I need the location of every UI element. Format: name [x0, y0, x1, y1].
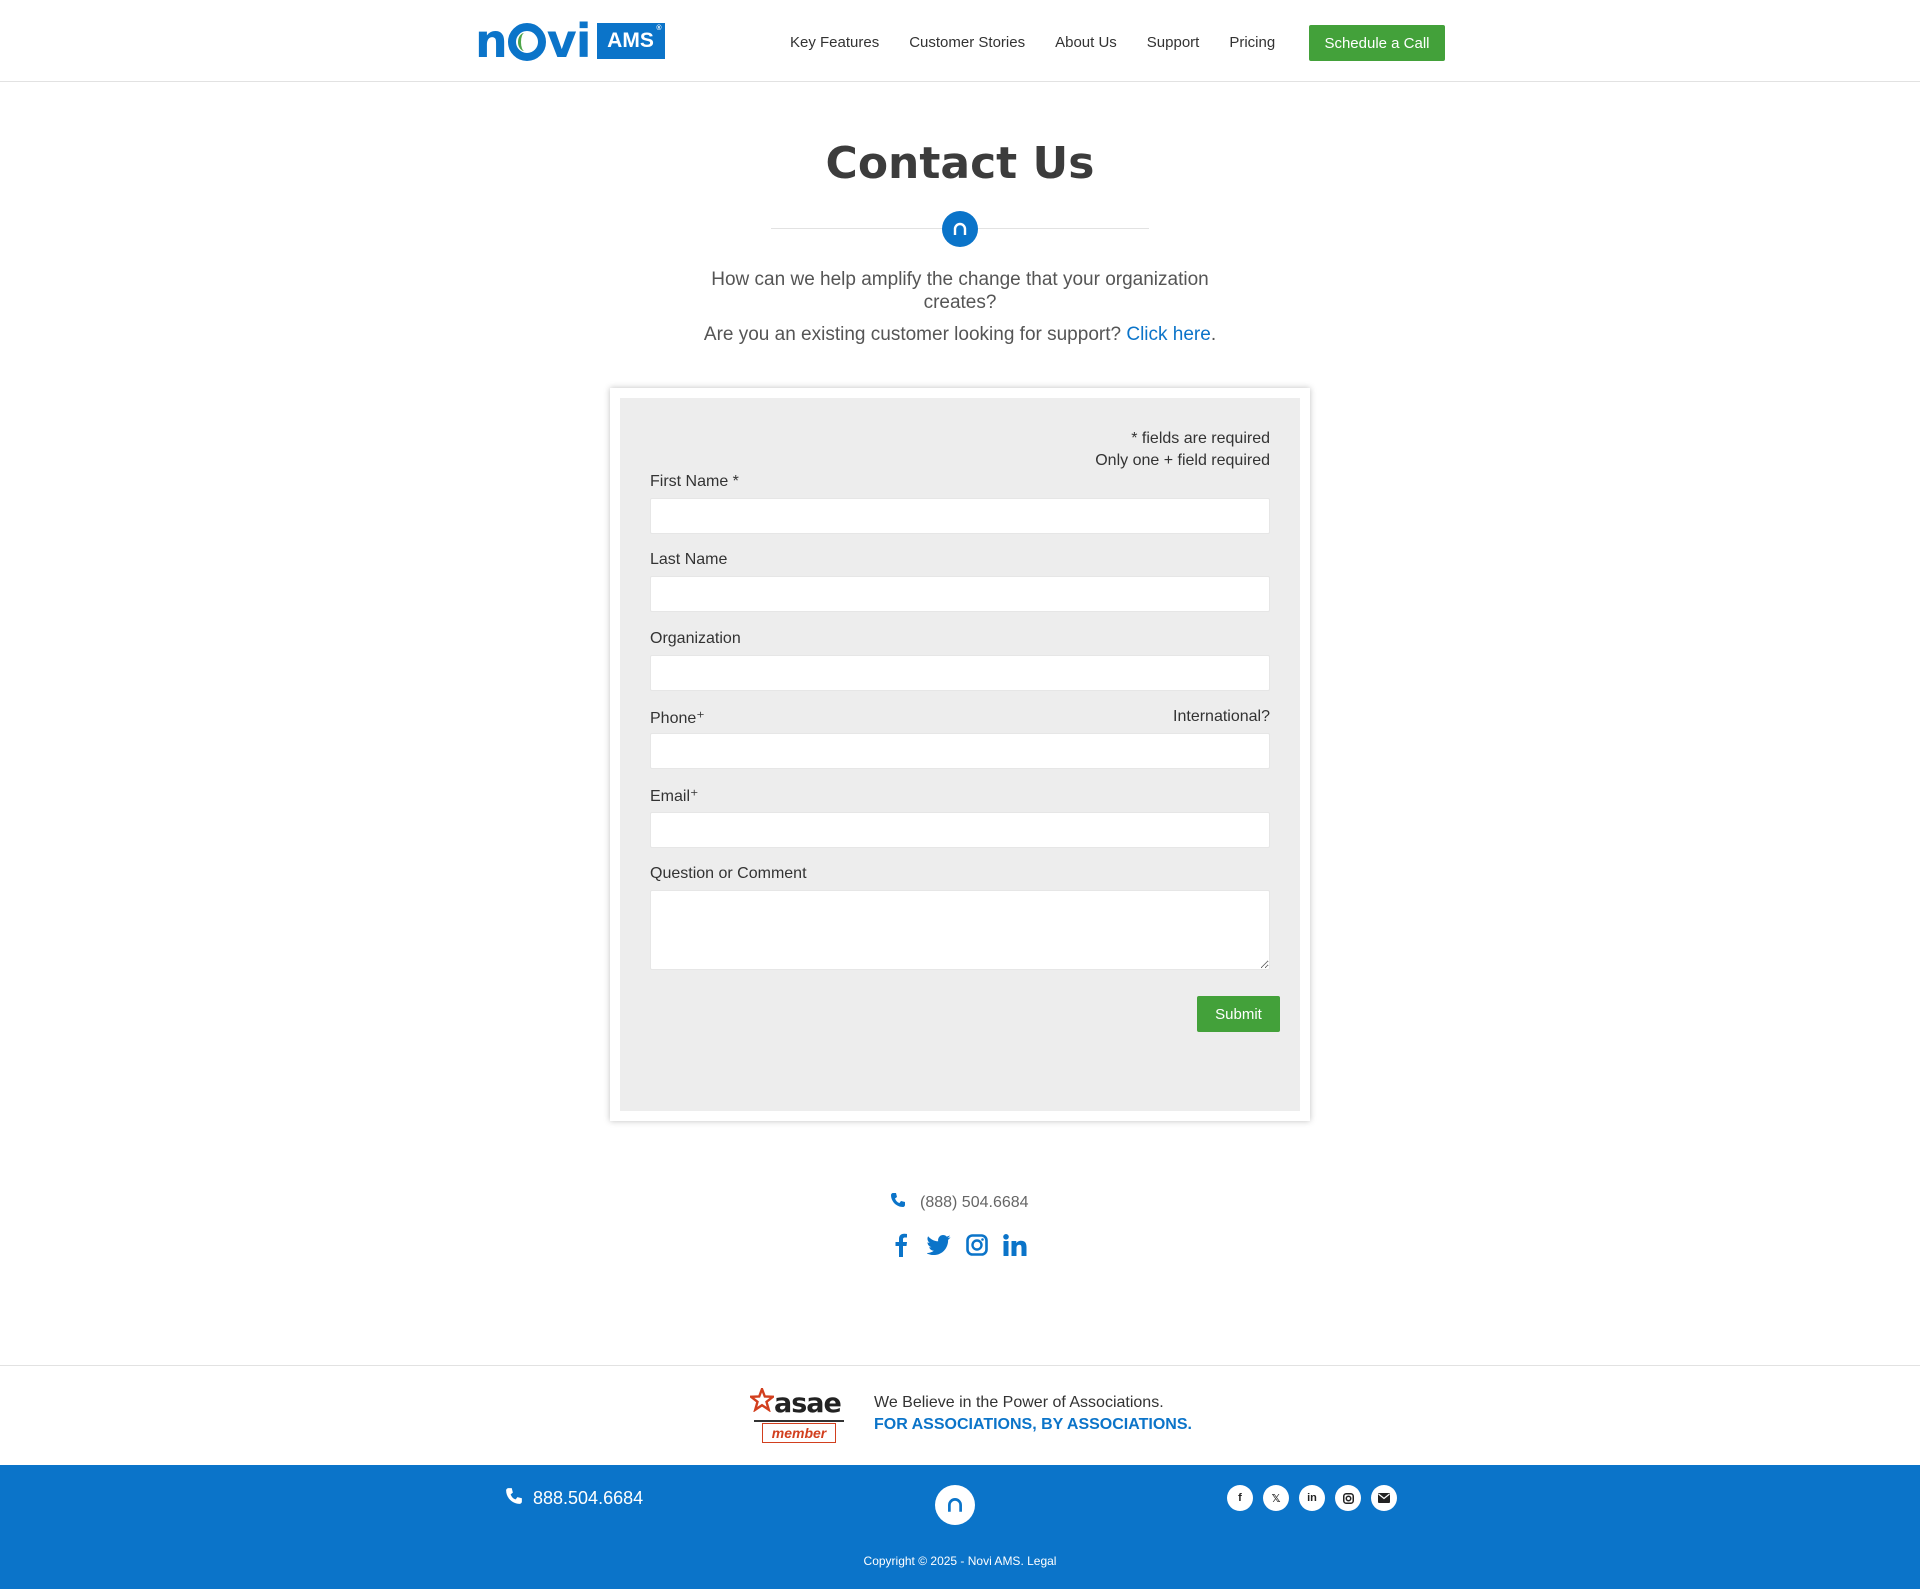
organization-input[interactable] [650, 655, 1270, 691]
instagram-icon[interactable] [1335, 1485, 1361, 1511]
linkedin-icon[interactable]: in [1299, 1485, 1325, 1511]
main-nav: Key Features Customer Stories About Us S… [790, 24, 1305, 60]
novi-ams-logo[interactable]: n vi AMS ® [475, 14, 665, 68]
strip-slogan: FOR ASSOCIATIONS, BY ASSOCIATIONS. [874, 1416, 1192, 1433]
phone-icon [890, 1192, 906, 1213]
nav-about-us[interactable]: About Us [1055, 34, 1117, 51]
last-name-label: Last Name [650, 551, 728, 568]
site-header: n vi AMS ® Key Features Customer Stories A… [0, 0, 1920, 82]
required-note: * fields are required Only one + field r… [1095, 430, 1270, 469]
email-icon[interactable] [1371, 1485, 1397, 1511]
instagram-icon[interactable] [963, 1232, 991, 1258]
asae-strip: asae member We Believe in the Power of A… [0, 1365, 1920, 1465]
support-text: Are you an existing customer looking for… [703, 324, 1217, 345]
page-title: Contact Us [825, 138, 1095, 189]
logo-wordmark: n vi [475, 14, 592, 68]
nav-key-features[interactable]: Key Features [790, 34, 879, 51]
footer-socials: f 𝕏 in [1227, 1485, 1407, 1511]
email-input[interactable] [650, 812, 1270, 848]
linkedin-icon[interactable] [1001, 1232, 1029, 1258]
schedule-call-button[interactable]: Schedule a Call [1309, 25, 1445, 61]
first-name-input[interactable] [650, 498, 1270, 534]
facebook-icon[interactable] [887, 1232, 915, 1258]
twitter-icon[interactable] [925, 1232, 953, 1258]
organization-label: Organization [650, 630, 741, 647]
novi-n-icon [942, 211, 978, 247]
contact-form: * fields are required Only one + field r… [620, 398, 1300, 1111]
submit-button[interactable]: Submit [1197, 996, 1280, 1032]
first-name-label: First Name * [650, 473, 739, 490]
nav-support[interactable]: Support [1147, 34, 1200, 51]
asae-underline [754, 1420, 844, 1422]
asae-star-icon [747, 1385, 777, 1417]
logo-badge: AMS ® [596, 23, 665, 59]
support-link[interactable]: Click here [1126, 324, 1210, 345]
asae-member-logo: asae member [747, 1385, 848, 1443]
comment-textarea[interactable] [650, 890, 1270, 970]
last-name-input[interactable] [650, 576, 1270, 612]
strip-tagline: We Believe in the Power of Associations. [874, 1394, 1164, 1411]
contact-phone[interactable]: (888) 504.6684 [890, 1192, 1029, 1213]
email-label: Email⁺ [650, 788, 699, 805]
international-toggle[interactable]: International? [1173, 708, 1270, 726]
lead-text: How can we help amplify the change that … [711, 269, 1209, 313]
site-footer: 888.504.6684 f 𝕏 in Copyright © 2025 - N… [0, 1465, 1920, 1589]
asae-wordmark: asae [774, 1388, 842, 1419]
comment-label: Question or Comment [650, 865, 807, 882]
contact-form-card: * fields are required Only one + field r… [610, 388, 1310, 1121]
phone-label: Phone⁺ [650, 710, 705, 727]
contact-socials [887, 1232, 1039, 1258]
x-icon[interactable]: 𝕏 [1263, 1485, 1289, 1511]
asae-member-tag: member [762, 1423, 836, 1443]
footer-novi-logo[interactable] [935, 1485, 975, 1525]
nav-customer-stories[interactable]: Customer Stories [909, 34, 1025, 51]
nav-pricing[interactable]: Pricing [1229, 34, 1275, 51]
copyright: Copyright © 2025 - Novi AMS. Legal [863, 1554, 1057, 1568]
footer-phone[interactable]: 888.504.6684 [505, 1487, 643, 1510]
phone-icon [505, 1487, 523, 1510]
phone-input[interactable] [650, 733, 1270, 769]
facebook-icon[interactable]: f [1227, 1485, 1253, 1511]
